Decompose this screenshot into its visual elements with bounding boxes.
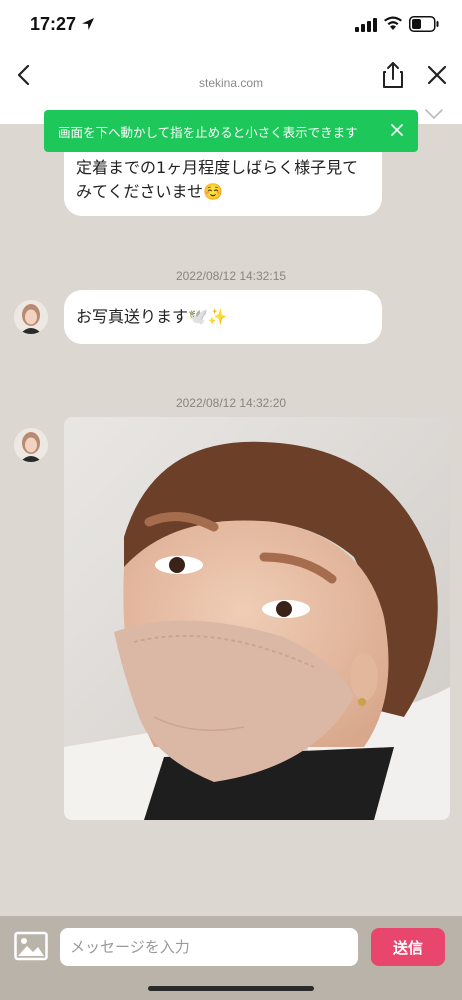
wifi-icon [384, 16, 402, 30]
message-timestamp: 2022/08/12 14:32:15 [175, 269, 287, 283]
message-photo[interactable] [64, 417, 450, 820]
image-attach-icon[interactable] [14, 931, 48, 961]
hint-toast[interactable]: 画面を下へ動かして指を止めると小さく表示できます [44, 110, 418, 152]
status-bar: 17:27 [0, 0, 462, 50]
chevron-down-icon[interactable] [424, 108, 444, 120]
toast-text: 画面を下へ動かして指を止めると小さく表示できます [58, 124, 358, 140]
chat-bubble-incoming: お写真送ります🕊️✨ [64, 290, 382, 344]
avatar-photo [14, 300, 48, 334]
close-icon[interactable] [424, 62, 450, 88]
share-icon[interactable] [380, 60, 406, 90]
message-text: 定着までの1ヶ月程度しばらく様子見てみてくださいませ☺️ [76, 158, 359, 201]
cellular-signal-icon [355, 18, 377, 32]
avatar [14, 300, 48, 334]
battery-icon [409, 16, 439, 32]
face-photo-image [64, 417, 450, 820]
toast-close-icon[interactable] [390, 123, 404, 137]
message-timestamp: 2022/08/12 14:32:20 [175, 396, 287, 410]
location-arrow-icon [82, 18, 94, 30]
message-input[interactable] [60, 928, 358, 966]
send-button[interactable]: 送信 [371, 928, 445, 966]
avatar-photo [14, 428, 48, 462]
message-text: お写真送ります🕊️✨ [76, 307, 228, 326]
avatar [14, 428, 48, 462]
status-time: 17:27 [30, 14, 77, 34]
home-indicator [148, 986, 314, 991]
